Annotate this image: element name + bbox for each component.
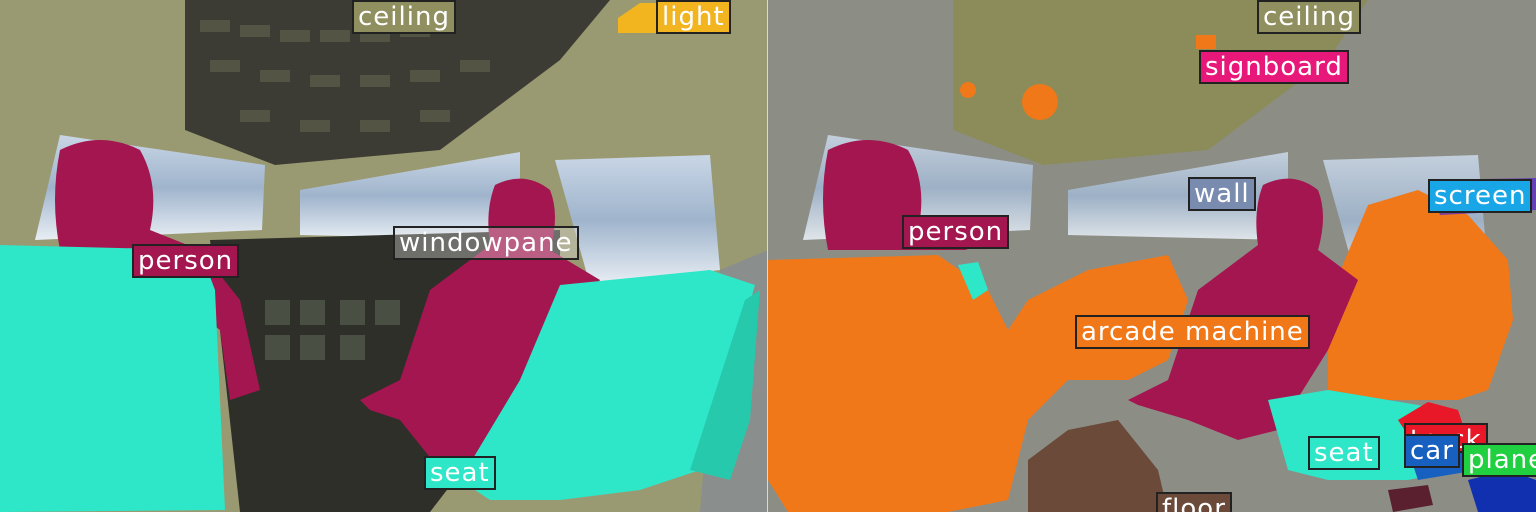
label-wall: wall	[1188, 177, 1256, 211]
label-seat: seat	[1308, 436, 1380, 470]
left-segmentation-panel: ceiling light windowpane person seat	[0, 0, 768, 512]
label-signboard: signboard	[1199, 50, 1349, 84]
label-screen: screen	[1428, 179, 1533, 213]
left-scene	[0, 0, 768, 512]
label-plane: plane	[1462, 443, 1536, 477]
seat-region-left	[0, 245, 225, 512]
label-ceiling: ceiling	[1257, 0, 1361, 34]
label-car: car	[1404, 434, 1460, 468]
label-light: light	[656, 0, 731, 34]
label-windowpane: windowpane	[393, 226, 579, 260]
label-seat: seat	[424, 456, 496, 490]
segmentation-comparison: ceiling light windowpane person seat cei…	[0, 0, 1536, 512]
label-person: person	[132, 244, 240, 278]
right-segmentation-panel: ceiling signboard wall screen person arc…	[768, 0, 1536, 512]
label-ceiling: ceiling	[352, 0, 456, 34]
label-arcade-machine: arcade machine	[1075, 315, 1310, 349]
label-person: person	[902, 215, 1010, 249]
label-floor: floor	[1156, 492, 1232, 512]
